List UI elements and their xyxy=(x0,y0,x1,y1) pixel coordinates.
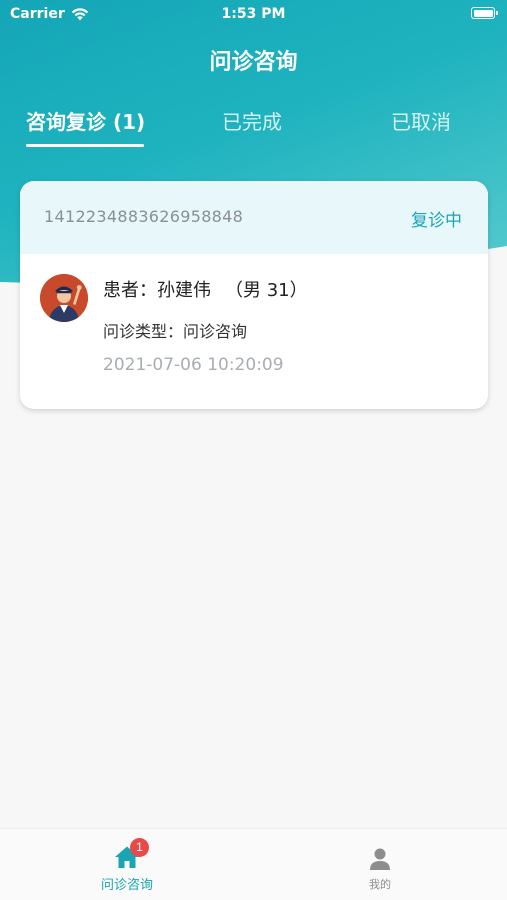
person-icon xyxy=(370,848,390,870)
avatar xyxy=(40,274,88,322)
tabbar-item-mine[interactable]: 我的 xyxy=(320,841,440,892)
patient-info: 患者：孙建伟 （男 31） xyxy=(103,276,308,302)
tabbar-label-mine: 我的 xyxy=(369,878,391,891)
doctor-avatar-icon xyxy=(40,274,88,322)
tabbar-label-consultation: 问诊咨询 xyxy=(100,878,153,893)
tab-bar: 咨询复诊 (1) 已完成 已取消 xyxy=(0,106,507,152)
tab-cancelled[interactable]: 已取消 xyxy=(391,106,451,135)
tab-in-consultation[interactable]: 咨询复诊 (1) xyxy=(26,106,145,135)
status-time: 1:53 PM xyxy=(221,6,286,22)
tab-completed[interactable]: 已完成 xyxy=(222,106,282,135)
order-number: 1412234883626958848 xyxy=(44,207,244,226)
patient-name: 患者：孙建伟 xyxy=(103,280,211,301)
active-tab-indicator xyxy=(26,144,144,147)
page-title: 问诊咨询 xyxy=(209,50,298,75)
notification-badge: 1 xyxy=(130,838,149,857)
consultation-card[interactable]: 1412234883626958848 复诊中 患者：孙建伟 （男 31） 问诊类… xyxy=(20,181,488,409)
status-badge: 复诊中 xyxy=(411,211,462,231)
card-header: 1412234883626958848 复诊中 xyxy=(20,181,488,254)
bottom-tab-bar: 1 问诊咨询 我的 xyxy=(0,828,507,900)
battery-icon xyxy=(471,7,498,19)
status-bar: Carrier 1:53 PM xyxy=(0,0,507,28)
tabbar-item-consultation[interactable]: 1 问诊咨询 xyxy=(67,838,187,893)
consultation-type: 问诊类型：问诊咨询 xyxy=(103,322,248,341)
patient-gender-age: （男 31） xyxy=(225,280,308,301)
consultation-time: 2021-07-06 10:20:09 xyxy=(103,355,284,375)
